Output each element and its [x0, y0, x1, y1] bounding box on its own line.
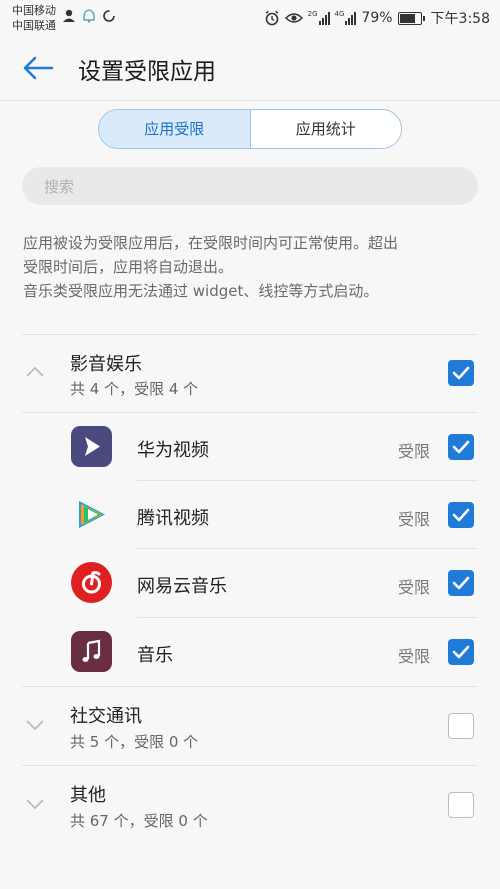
check-icon — [452, 366, 470, 380]
divider — [22, 686, 478, 687]
clock: 下午3:58 — [430, 11, 490, 27]
app-checkbox[interactable] — [448, 639, 474, 665]
user-icon — [63, 9, 75, 22]
chevron-up-icon[interactable] — [25, 366, 45, 378]
music-icon — [71, 631, 112, 672]
app-header: 设置受限应用 — [0, 36, 500, 101]
huawei-video-icon — [71, 426, 112, 467]
tab-app-restriction[interactable]: 应用受限 — [99, 110, 251, 148]
notification-icons — [62, 9, 116, 23]
description-line: 应用被设为受限应用后，在受限时间内可正常使用。超出 — [23, 234, 399, 252]
category-checkbox[interactable] — [448, 713, 474, 739]
signal-strength-2-icon — [345, 11, 357, 25]
search-placeholder: 搜索 — [44, 178, 75, 196]
app-status: 受限 — [398, 442, 431, 461]
network-type-2: 4G — [334, 10, 345, 18]
loading-icon — [103, 10, 115, 22]
divider — [137, 480, 478, 481]
status-right: 2G 4G 79% 下午3:58 — [264, 8, 490, 28]
alarm-icon — [265, 10, 279, 26]
app-name: 华为视频 — [137, 440, 209, 461]
divider — [137, 617, 478, 618]
restriction-description: 应用被设为受限应用后，在受限时间内可正常使用。超出 受限时间后，应用将自动退出。… — [23, 231, 483, 303]
eye-comfort-icon — [284, 13, 303, 23]
chevron-down-icon[interactable] — [25, 719, 45, 731]
app-name: 音乐 — [137, 645, 173, 666]
category-summary: 共 4 个，受限 4 个 — [70, 380, 199, 398]
carrier-1: 中国移动 — [12, 4, 56, 17]
app-checkbox[interactable] — [448, 434, 474, 460]
app-checkbox[interactable] — [448, 570, 474, 596]
battery-icon — [397, 11, 425, 25]
chevron-down-icon[interactable] — [25, 798, 45, 810]
page-title: 设置受限应用 — [78, 59, 216, 85]
description-line: 受限时间后，应用将自动退出。 — [23, 258, 234, 276]
signal-strength-1-icon — [318, 11, 330, 25]
category-checkbox[interactable] — [448, 792, 474, 818]
carrier-labels: 中国移动 中国联通 — [12, 3, 56, 33]
divider — [137, 548, 478, 549]
divider — [22, 334, 478, 335]
battery-percentage: 79% — [361, 10, 393, 26]
app-status: 受限 — [398, 510, 431, 529]
category-checkbox[interactable] — [448, 360, 474, 386]
netease-music-icon — [71, 562, 112, 603]
back-arrow-icon[interactable] — [22, 54, 54, 82]
status-bar: 中国移动 中国联通 2G 4G 79% 下午3:58 — [0, 0, 500, 36]
app-notification-icon — [83, 9, 95, 23]
app-status: 受限 — [398, 647, 431, 666]
category-title: 其他 — [70, 785, 106, 806]
check-icon — [452, 576, 470, 590]
tab-switcher: 应用受限 应用统计 — [98, 109, 402, 149]
app-name: 腾讯视频 — [137, 508, 209, 529]
carrier-2: 中国联通 — [12, 19, 56, 32]
app-checkbox[interactable] — [448, 502, 474, 528]
check-icon — [452, 508, 470, 522]
network-type-1: 2G — [307, 10, 318, 18]
category-summary: 共 5 个，受限 0 个 — [70, 733, 199, 751]
search-input[interactable]: 搜索 — [22, 167, 478, 205]
divider — [22, 765, 478, 766]
category-title: 影音娱乐 — [70, 354, 142, 375]
app-status: 受限 — [398, 578, 431, 597]
category-title: 社交通讯 — [70, 706, 142, 727]
description-line: 音乐类受限应用无法通过 widget、线控等方式启动。 — [23, 282, 379, 300]
divider — [22, 412, 478, 413]
check-icon — [452, 645, 470, 659]
tab-app-statistics[interactable]: 应用统计 — [250, 110, 401, 148]
check-icon — [452, 440, 470, 454]
tencent-video-icon — [71, 494, 112, 535]
app-name: 网易云音乐 — [137, 576, 227, 597]
category-summary: 共 67 个，受限 0 个 — [70, 812, 208, 830]
